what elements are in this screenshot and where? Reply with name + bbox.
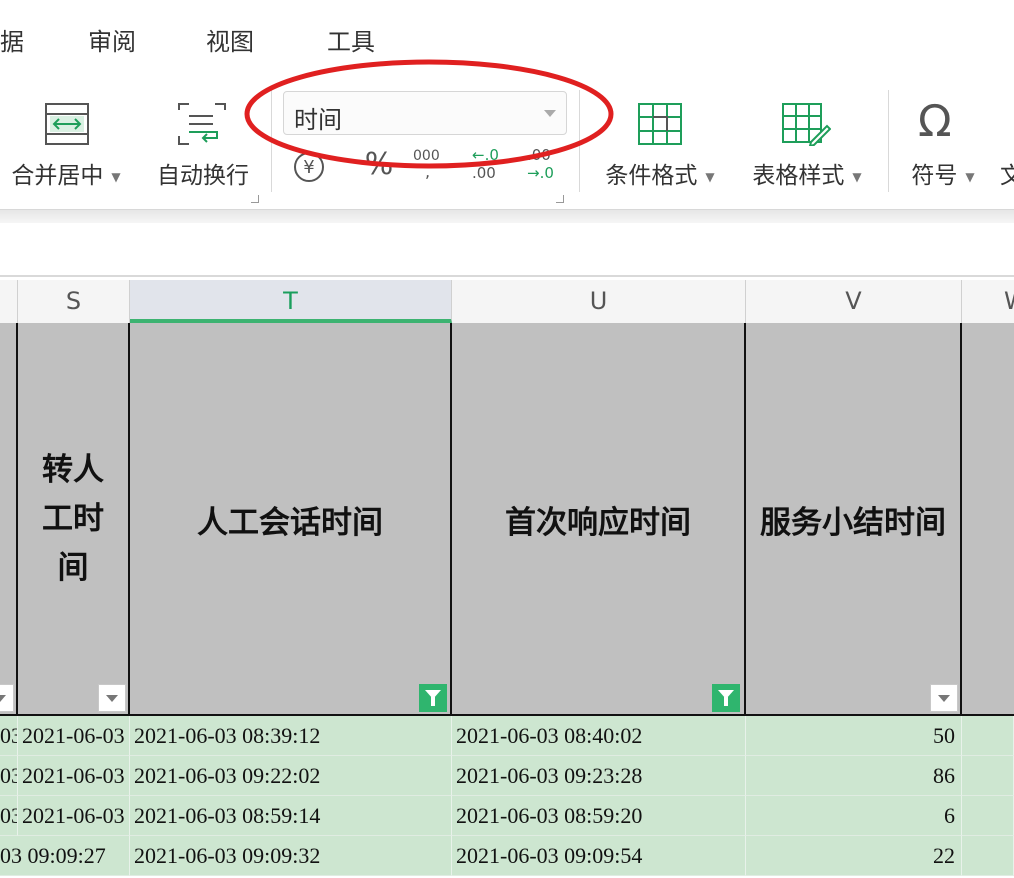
number-group-launcher[interactable]: [556, 195, 564, 203]
table-row: 03 2021-06-03 2021-06-03 08:39:12 2021-0…: [0, 716, 1014, 756]
merge-cells-icon: [45, 103, 89, 145]
group-divider: [888, 90, 889, 192]
menu-data[interactable]: 据: [0, 22, 24, 57]
column-header-w[interactable]: W: [962, 280, 1014, 323]
menu-review[interactable]: 审阅: [88, 22, 136, 57]
cell-s[interactable]: 2021-06-03: [18, 796, 130, 836]
merge-center-label: 合并居中: [11, 163, 104, 189]
cell-u[interactable]: 2021-06-03 09:09:54: [452, 836, 746, 876]
conditional-format-button[interactable]: 条件格式 ▼: [598, 98, 722, 189]
header-cell-u[interactable]: 首次响应时间: [452, 323, 746, 715]
cell-t[interactable]: 2021-06-03 09:22:02: [130, 756, 452, 796]
chevron-down-icon[interactable]: [544, 110, 556, 117]
chevron-down-icon[interactable]: ▼: [111, 170, 120, 184]
increase-decimal-bottom: .00: [472, 164, 496, 182]
cell-u[interactable]: 2021-06-03 08:40:02: [452, 716, 746, 756]
wrap-text-label: 自动换行: [157, 163, 249, 189]
menu-view[interactable]: 视图: [206, 22, 254, 57]
chevron-down-icon[interactable]: ▼: [965, 170, 974, 184]
cell-w[interactable]: [962, 756, 1014, 796]
chevron-down-icon[interactable]: ▼: [705, 170, 714, 184]
filter-active-icon[interactable]: [419, 684, 447, 712]
table-style-label: 表格样式: [752, 163, 845, 189]
menu-bar: 据 审阅 视图 工具: [0, 0, 1014, 78]
column-header-s[interactable]: S: [18, 280, 130, 323]
currency-symbol: ¥: [303, 157, 314, 178]
merge-center-button[interactable]: 合并居中 ▼: [4, 98, 128, 189]
header-cell-t[interactable]: 人工会话时间: [130, 323, 452, 715]
number-format-value: 时间: [294, 106, 342, 134]
thousands-separator-button[interactable]: 000 ,: [413, 148, 453, 184]
alignment-group-launcher[interactable]: [251, 195, 259, 203]
chevron-down-icon[interactable]: ▼: [852, 170, 861, 184]
column-header-t[interactable]: T: [130, 280, 452, 323]
cell-w[interactable]: [962, 836, 1014, 876]
cell-v[interactable]: 50: [746, 716, 962, 756]
ribbon-bottom-edge: [0, 209, 1014, 224]
cell-u[interactable]: 2021-06-03 08:59:20: [452, 796, 746, 836]
table-row: 03 2021-06-03 2021-06-03 08:59:14 2021-0…: [0, 796, 1014, 836]
cell-v[interactable]: 86: [746, 756, 962, 796]
filter-dropdown-icon[interactable]: [98, 684, 126, 712]
cell-v[interactable]: 22: [746, 836, 962, 876]
cell-v[interactable]: 6: [746, 796, 962, 836]
column-header-u[interactable]: U: [452, 280, 746, 323]
omega-icon: Ω: [918, 96, 952, 147]
group-divider: [579, 90, 580, 192]
cell-r[interactable]: 03: [0, 756, 18, 796]
filter-dropdown-icon[interactable]: [930, 684, 958, 712]
cell-r[interactable]: 03: [0, 796, 18, 836]
currency-button[interactable]: ¥: [292, 150, 326, 184]
increase-decimal-top: ←.0: [472, 146, 499, 164]
cell-t[interactable]: 2021-06-03 08:39:12: [130, 716, 452, 756]
column-header-r[interactable]: [0, 280, 18, 323]
cell-s[interactable]: 2021-06-03: [18, 756, 130, 796]
percent-button[interactable]: %: [361, 146, 397, 184]
symbol-button[interactable]: Ω 符号 ▼: [902, 96, 984, 189]
formula-bar[interactable]: [0, 223, 1014, 277]
header-cell-v[interactable]: 服务小结时间: [746, 323, 962, 715]
header-cell-r[interactable]: [0, 323, 18, 715]
cell-s[interactable]: 2021-06-03: [18, 716, 130, 756]
table-style-button[interactable]: 表格样式 ▼: [744, 98, 870, 189]
decrease-decimal-bottom: →.0: [527, 164, 554, 182]
symbol-label: 符号: [911, 163, 958, 189]
wrap-text-button[interactable]: 自动换行: [150, 98, 256, 189]
cell-t[interactable]: 2021-06-03 09:09:32: [130, 836, 452, 876]
conditional-format-label: 条件格式: [605, 163, 698, 189]
next-ribbon-label: 文: [1000, 163, 1014, 188]
table-row: 03 09:09:27 2021-06-03 09:09:32 2021-06-…: [0, 836, 1014, 876]
table-row: 03 2021-06-03 2021-06-03 09:22:02 2021-0…: [0, 756, 1014, 796]
conditional-format-icon: [638, 103, 682, 145]
cell-w[interactable]: [962, 716, 1014, 756]
number-format-select[interactable]: 时间: [283, 91, 567, 135]
decrease-decimal-top: .00: [527, 146, 551, 164]
decrease-decimal-button[interactable]: .00 →.0: [527, 146, 563, 186]
cell-w[interactable]: [962, 796, 1014, 836]
header-cell-w[interactable]: [962, 323, 1014, 715]
menu-tools[interactable]: 工具: [327, 22, 375, 57]
next-ribbon-button[interactable]: 文: [1000, 98, 1014, 188]
group-divider: [271, 90, 272, 192]
cell-u[interactable]: 2021-06-03 09:23:28: [452, 756, 746, 796]
currency-yuan-icon: ¥: [294, 152, 324, 182]
header-cell-s[interactable]: 转人工时间: [18, 323, 130, 715]
cell-r[interactable]: 03: [0, 716, 18, 756]
increase-decimal-button[interactable]: ←.0 .00: [472, 146, 512, 186]
cell-t[interactable]: 2021-06-03 08:59:14: [130, 796, 452, 836]
wrap-text-icon: [178, 103, 226, 145]
cell-s-overflow[interactable]: 03 09:09:27: [0, 836, 130, 876]
column-header-v[interactable]: V: [746, 280, 962, 323]
filter-active-icon[interactable]: [712, 684, 740, 712]
column-headers: S T U V W: [0, 280, 1014, 324]
percent-icon: %: [364, 147, 394, 182]
filter-dropdown-icon[interactable]: [0, 684, 14, 712]
table-style-icon: [782, 103, 831, 146]
comma-mark: ,: [425, 162, 431, 181]
